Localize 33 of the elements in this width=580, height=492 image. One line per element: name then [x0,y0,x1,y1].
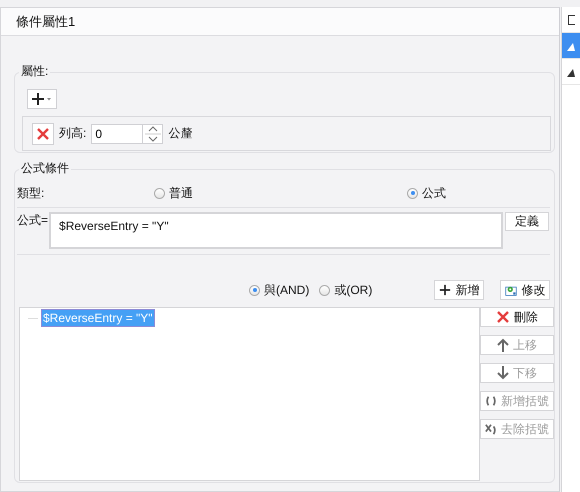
radio-button[interactable] [249,284,260,296]
up-arrow-icon [497,338,509,352]
close-icon [36,126,50,140]
window-title: 條件屬性1 [16,12,76,30]
unit-label: 公釐 [168,125,192,142]
group-legend: 公式條件 [19,160,71,177]
add-button[interactable]: 新增 [434,280,484,300]
radio-label[interactable]: 或(OR) [334,282,372,298]
remove-brackets-icon [485,422,497,436]
define-button[interactable]: 定義 [505,212,550,231]
formula-label: 公式= [17,212,48,229]
down-arrow-icon [497,366,509,380]
spinner-arrows[interactable] [143,124,164,144]
radio-button[interactable] [154,188,165,198]
type-label: 類型: [17,184,44,202]
add-dropdown-button[interactable] [27,89,57,109]
radio-button[interactable] [319,284,330,296]
row-height-label: 列高: [59,125,86,142]
radio-label[interactable]: 與(AND) [264,282,310,298]
group-legend: 屬性: [19,63,50,80]
up-down-icon [144,124,161,144]
remove-button[interactable] [32,122,54,144]
brackets-icon [485,394,497,408]
radio-label[interactable]: 公式 [422,184,446,202]
radio-label[interactable]: 普通 [169,184,193,202]
close-icon [496,310,510,324]
row-height-field[interactable]: 0 [91,124,144,144]
plus-icon [439,283,452,297]
modify-button[interactable]: 修改 [500,280,550,300]
formula-field[interactable]: $ReverseEntry = "Y" [49,212,504,249]
plus-icon [31,92,53,106]
radio-button[interactable] [407,188,418,198]
delete-button[interactable]: 刪除 [480,307,554,327]
